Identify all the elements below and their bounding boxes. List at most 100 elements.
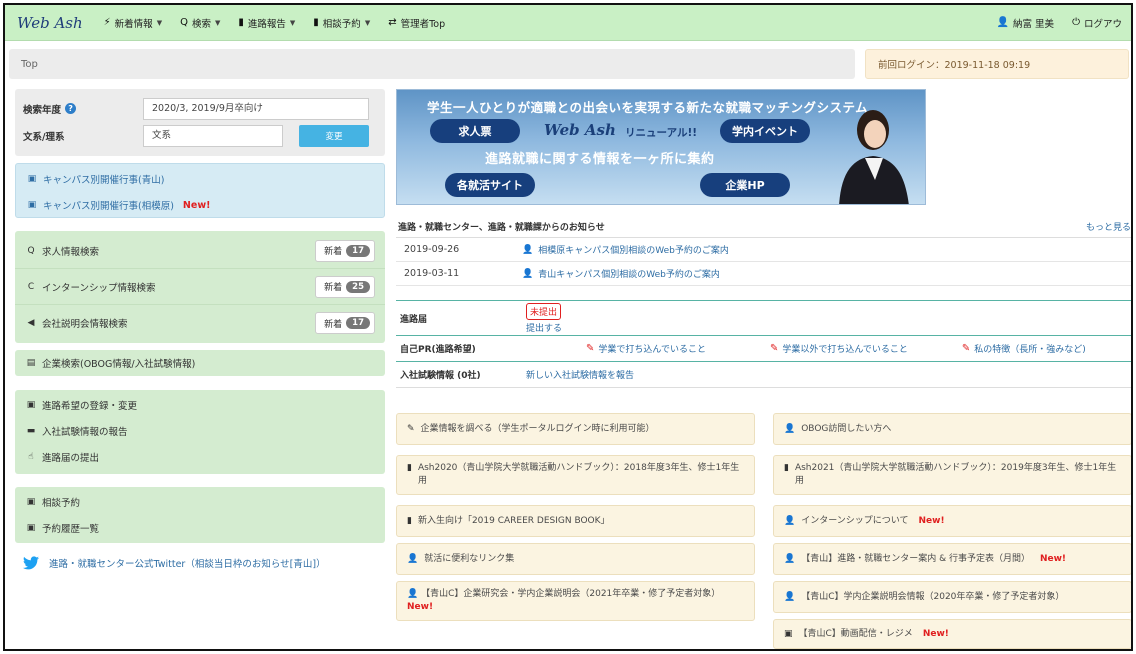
caret-down-icon: ▼ — [214, 18, 221, 27]
campus-event-aoyama[interactable]: ▣ キャンパス別開催行事(青山) — [16, 166, 384, 192]
tile-internship[interactable]: 👤 インターンシップについて New! — [773, 505, 1131, 537]
nav-admin-top[interactable]: ⇄ 管理者Top — [379, 5, 454, 41]
pencil-icon: ✎ — [769, 343, 779, 354]
building-icon: ▤ — [26, 358, 36, 368]
last-login-notice: 前回ログイン：2019-11-18 09:19 — [865, 49, 1129, 79]
tile-useful-links[interactable]: 👤 就活に便利なリンク集 — [396, 543, 755, 575]
power-icon: ⏻ — [1072, 17, 1080, 28]
user-icon: 👤 — [407, 553, 419, 564]
field-select[interactable]: 文系 — [143, 124, 283, 147]
notice-section: 進路・就職センター、進路・就職課からのお知らせ もっと見る 2019-09-26… — [396, 216, 1131, 286]
pr-label: 自己PR(進路希望) — [400, 345, 476, 355]
consult-reserve-link[interactable]: ▣ 相談予約 — [15, 489, 385, 515]
user-icon: 👤 — [522, 268, 534, 279]
tile-video-resume[interactable]: ▣ 【青山C】動画配信・レジメ New! — [773, 619, 1131, 649]
pr-study-link[interactable]: ✎ 学業で打ち込んでいること — [586, 342, 706, 355]
notice-row: 2019-03-11 👤 青山キャンパス個別相談のWeb予約のご案内 — [396, 262, 1131, 286]
pr-strength-link[interactable]: ✎ 私の特徴（長所・強みなど) — [962, 342, 1086, 355]
search-links-panel: Q 求人情報検索 新着 17 C インターンシップ情報検索 新着 25 ◀ 会社… — [15, 231, 385, 343]
nav-news[interactable]: ⚡ 新着情報 ▼ — [95, 5, 171, 41]
route-status-cell: 未提出 提出する — [526, 302, 562, 334]
field-label: 文系/理系 — [23, 131, 65, 143]
notice-title: 進路・就職センター、進路・就職課からのお知らせ — [398, 223, 605, 233]
twitter-link[interactable]: 進路・就職センター公式Twitter（相談当日枠のお知らせ[青山]） — [23, 556, 326, 570]
tile-company-seminar-2020[interactable]: 👤 【青山C】学内企業説明会情報（2020年卒業・修了予定者対象） — [773, 581, 1131, 613]
caret-down-icon: ▼ — [156, 18, 163, 27]
book-icon: ▮ — [407, 515, 412, 526]
exam-row: 入社試験情報 (0社) 新しい入社試験情報を報告 — [396, 362, 1131, 388]
nav-career-report[interactable]: ▮ 進路報告 ▼ — [229, 5, 304, 41]
new-count-button[interactable]: 新着 17 — [315, 312, 375, 334]
brand-logo[interactable]: Web Ash — [5, 14, 95, 32]
search-icon: Q — [27, 245, 35, 256]
logout-label: ログアウ — [1083, 18, 1122, 30]
more-link[interactable]: もっと見る — [1086, 220, 1131, 233]
new-count-button[interactable]: 新着 17 — [315, 239, 375, 262]
pr-row: 自己PR(進路希望) ✎ 学業で打ち込んでいること ✎ 学業以外で打ち込んでいる… — [396, 336, 1131, 362]
nav-admin-top-label: 管理者Top — [400, 18, 446, 30]
search-year-panel: 検索年度 ? 2020/3, 2019/9月卒向け 文系/理系 文系 変更 — [15, 89, 385, 156]
caret-down-icon: ▼ — [364, 18, 371, 27]
internship-search-link[interactable]: C インターンシップ情報検索 新着 25 — [15, 269, 385, 305]
nav-consult[interactable]: ▮ 相談予約 ▼ — [304, 5, 379, 41]
pr-outside-link[interactable]: ✎ 学業以外で打ち込んでいること — [770, 342, 908, 355]
pencil-icon: ✎ — [407, 423, 415, 434]
breadcrumb: Top — [9, 49, 855, 79]
book-icon: ▮ — [407, 463, 412, 473]
banner-pill-sites: 各就活サイト — [445, 173, 535, 197]
notice-date: 2019-09-26 — [404, 244, 460, 255]
tile-obog-visit[interactable]: 👤 OBOG訪問したい方へ — [773, 413, 1131, 445]
web-ash-banner[interactable]: 学生一人ひとりが適職との出会いを実現する新たな就職マッチングシステム 求人票 W… — [396, 89, 926, 205]
tile-company-info[interactable]: ✎ 企業情報を調べる（学生ポータルログイン時に利用可能） — [396, 413, 755, 445]
tile-career-design-book[interactable]: ▮ 新入生向け「2019 CAREER DESIGN BOOK」 — [396, 505, 755, 537]
route-label: 進路届 — [400, 314, 428, 325]
tile-ash2021[interactable]: ▮ Ash2021（青山学院大学就職活動ハンドブック）：2019年度3年生、修士… — [773, 455, 1131, 495]
job-search-link[interactable]: Q 求人情報検索 新着 17 — [15, 233, 385, 269]
refresh-icon: C — [27, 281, 35, 292]
search-year-select[interactable]: 2020/3, 2019/9月卒向け — [143, 97, 369, 120]
notice-link[interactable]: 👤 青山キャンパス個別相談のWeb予約のご案内 — [522, 267, 720, 281]
nav-search[interactable]: Q 検索 ▼ — [171, 5, 229, 41]
notice-row: 2019-09-26 👤 相模原キャンパス個別相談のWeb予約のご案内 — [396, 238, 1131, 262]
user-icon: 👤 — [784, 423, 796, 434]
reports-panel: ▣ 進路希望の登録・変更 ▬ 入社試験情報の報告 ☝ 進路届の提出 — [15, 390, 385, 474]
submit-career-link[interactable]: ☝ 進路届の提出 — [15, 444, 385, 470]
calendar-icon: ▣ — [27, 200, 37, 210]
notice-date: 2019-03-11 — [404, 268, 460, 279]
campus-event-sagamihara[interactable]: ▣ キャンパス別開催行事(相模原) New! — [16, 192, 384, 218]
exam-report-link[interactable]: ▬ 入社試験情報の報告 — [15, 418, 385, 444]
tile-ash2020[interactable]: ▮ Ash2020（青山学院大学就職活動ハンドブック）：2018年度3年生、修士… — [396, 455, 755, 495]
exam-report-new-link[interactable]: 新しい入社試験情報を報告 — [526, 368, 634, 381]
change-button[interactable]: 変更 — [299, 124, 369, 147]
student-status-table: 進路届 未提出 提出する 自己PR(進路希望) ✎ 学業で打ち込んでいること ✎… — [396, 300, 1131, 388]
megaphone-icon: ◀ — [27, 318, 35, 328]
help-icon[interactable]: ? — [65, 103, 77, 114]
top-navbar: Web Ash ⚡ 新着情報 ▼ Q 検索 ▼ ▮ 進路報告 ▼ ▮ 相談予約 … — [5, 5, 1131, 41]
exchange-icon: ⇄ — [388, 17, 397, 28]
count-badge: 25 — [346, 280, 370, 293]
twitter-label: 進路・就職センター公式Twitter（相談当日枠のお知らせ[青山]） — [49, 559, 326, 570]
count-badge: 17 — [346, 244, 370, 257]
banner-pill-campus-event: 学内イベント — [720, 119, 810, 143]
breadcrumb-top[interactable]: Top — [21, 59, 38, 70]
new-count-button[interactable]: 新着 25 — [315, 275, 375, 298]
reservation-history-link[interactable]: ▣ 予約履歴一覧 — [15, 515, 385, 541]
pencil-icon: ✎ — [586, 343, 595, 354]
seminar-search-link[interactable]: ◀ 会社説明会情報検索 新着 17 — [15, 305, 385, 341]
route-submit-link[interactable]: 提出する — [526, 321, 562, 334]
page-frame: Web Ash ⚡ 新着情報 ▼ Q 検索 ▼ ▮ 進路報告 ▼ ▮ 相談予約 … — [3, 3, 1133, 651]
notice-link[interactable]: 👤 相模原キャンパス個別相談のWeb予約のご案内 — [522, 243, 729, 257]
tile-company-seminar-2021[interactable]: 👤 【青山C】企業研究会・学内企業説明会（2021年卒業・修了予定者対象） Ne… — [396, 581, 755, 621]
banner-logo: Web Ash — [544, 121, 616, 139]
comment-icon: ▬ — [26, 426, 36, 436]
nav-logout[interactable]: ⏻ ログアウ — [1063, 5, 1131, 41]
nav-career-report-label: 進路報告 — [247, 18, 286, 30]
new-badge: New! — [922, 628, 949, 639]
tile-center-guide[interactable]: 👤 【青山】進路・就職センター案内 & 行事予定表（月間） New! — [773, 543, 1131, 575]
company-search-link[interactable]: ▤ 企業検索(OBOG情報/入社試験情報) — [15, 350, 385, 376]
user-icon: 👤 — [996, 17, 1010, 28]
register-career-link[interactable]: ▣ 進路希望の登録・変更 — [15, 392, 385, 418]
form-icon: ▣ — [26, 523, 36, 533]
nav-user[interactable]: 👤 納富 里美 — [988, 5, 1063, 41]
user-icon: 👤 — [407, 589, 419, 599]
